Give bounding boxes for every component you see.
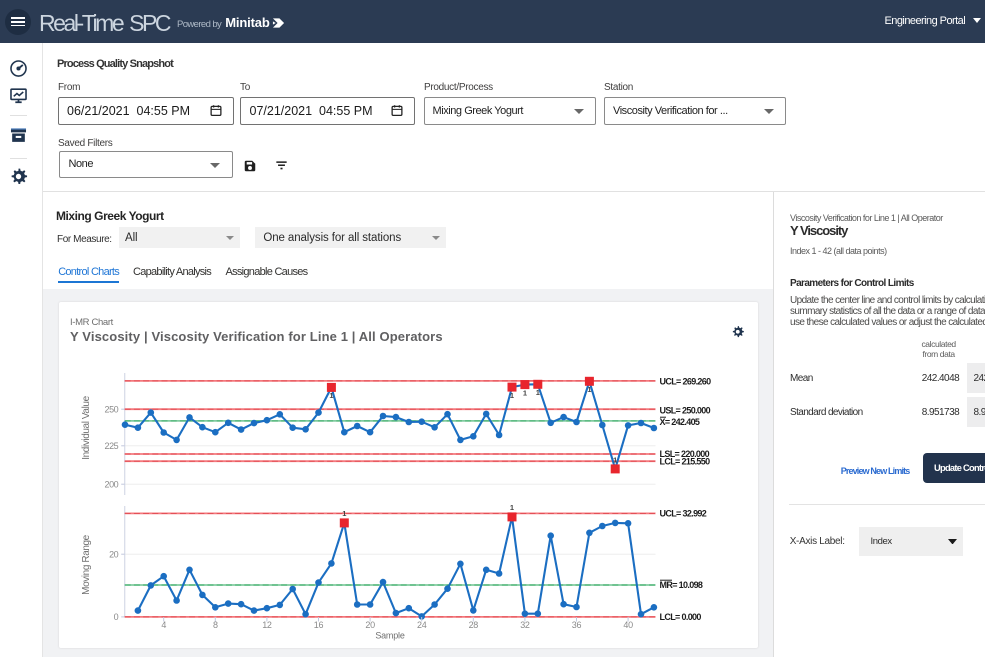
svg-text:LCL= 0.000: LCL= 0.000 <box>660 612 702 622</box>
svg-text:UCL= 32.992: UCL= 32.992 <box>660 509 707 519</box>
svg-text:20: 20 <box>109 549 119 559</box>
svg-text:1: 1 <box>510 391 514 400</box>
svg-text:1: 1 <box>536 388 540 397</box>
svg-text:X= 242.405: X= 242.405 <box>660 417 700 427</box>
svg-text:1: 1 <box>510 503 514 512</box>
svg-text:20: 20 <box>365 620 375 630</box>
svg-text:MR= 10.098: MR= 10.098 <box>660 580 703 590</box>
svg-text:40: 40 <box>623 620 633 630</box>
svg-text:1: 1 <box>613 455 617 464</box>
svg-text:28: 28 <box>469 620 479 630</box>
svg-text:1: 1 <box>329 391 333 400</box>
svg-text:Sample: Sample <box>375 631 405 641</box>
svg-text:8: 8 <box>213 620 218 630</box>
svg-text:200: 200 <box>105 479 119 489</box>
svg-text:UCL= 269.260: UCL= 269.260 <box>660 376 712 386</box>
svg-text:Individual Value: Individual Value <box>81 395 92 459</box>
svg-text:16: 16 <box>314 620 324 630</box>
svg-text:0: 0 <box>114 612 119 622</box>
svg-text:LCL= 215.550: LCL= 215.550 <box>660 457 711 467</box>
svg-text:225: 225 <box>105 441 119 451</box>
svg-text:12: 12 <box>262 620 272 630</box>
svg-text:Moving Range: Moving Range <box>81 534 92 595</box>
svg-text:250: 250 <box>105 404 119 414</box>
svg-text:24: 24 <box>417 620 427 630</box>
svg-text:USL= 250.000: USL= 250.000 <box>660 406 711 416</box>
svg-text:1: 1 <box>342 509 346 518</box>
svg-text:1: 1 <box>587 385 591 394</box>
svg-text:1: 1 <box>523 388 527 397</box>
svg-text:4: 4 <box>161 620 166 630</box>
svg-text:32: 32 <box>520 620 530 630</box>
svg-text:36: 36 <box>572 620 582 630</box>
